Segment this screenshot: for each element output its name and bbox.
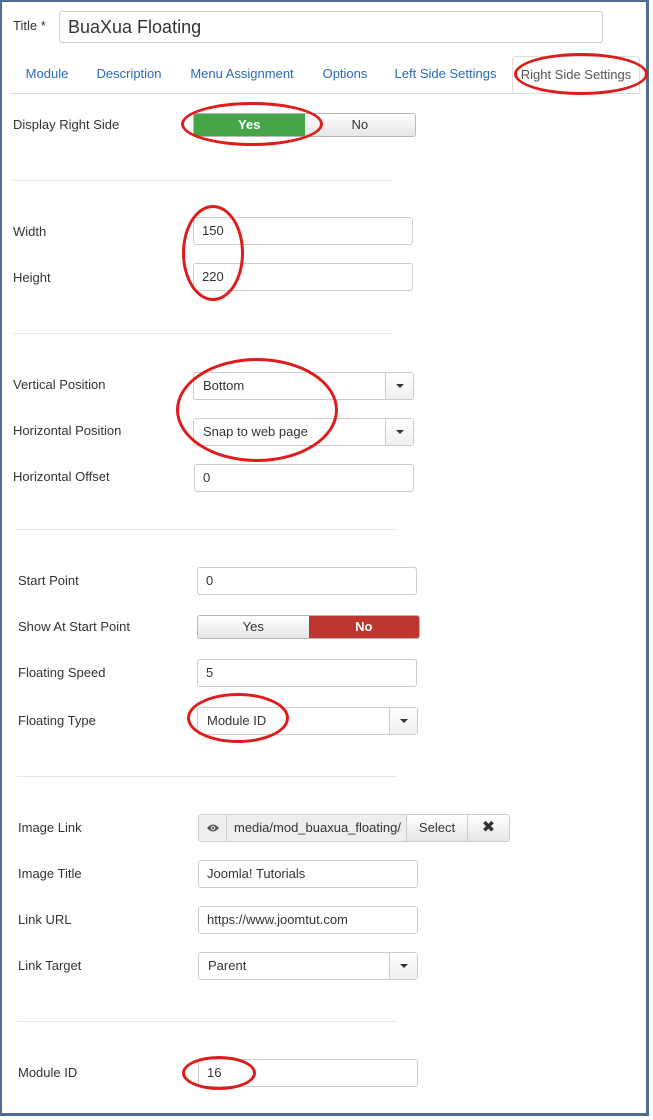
- image-link-media-field: media/mod_buaxua_floating/ Select ✖: [198, 814, 510, 842]
- show-at-start-point-toggle: Yes No: [197, 615, 420, 639]
- divider: [13, 180, 393, 181]
- start-point-input[interactable]: 0: [197, 567, 417, 595]
- image-title-input[interactable]: Joomla! Tutorials: [198, 860, 418, 888]
- link-target-select[interactable]: Parent: [198, 952, 418, 980]
- module-id-label: Module ID: [18, 1065, 78, 1080]
- tab-menu-assignment[interactable]: Menu Assignment: [182, 56, 302, 93]
- display-right-side-yes-button[interactable]: Yes: [194, 114, 305, 136]
- show-at-start-point-no-button[interactable]: No: [308, 616, 419, 638]
- floating-speed-input[interactable]: 5: [197, 659, 417, 687]
- width-input[interactable]: 150: [193, 217, 413, 245]
- module-id-input[interactable]: 16: [198, 1059, 418, 1087]
- image-link-label: Image Link: [18, 820, 82, 835]
- divider: [17, 529, 397, 530]
- show-at-start-point-label: Show At Start Point: [18, 619, 131, 634]
- clear-icon[interactable]: ✖: [468, 815, 509, 841]
- eye-icon[interactable]: [199, 815, 227, 841]
- divider: [13, 333, 393, 334]
- horizontal-position-value: Snap to web page: [203, 424, 308, 439]
- tab-bar: Module Description Menu Assignment Optio…: [10, 56, 642, 94]
- height-label: Height: [13, 270, 51, 285]
- tab-description[interactable]: Description: [90, 56, 168, 93]
- floating-type-select[interactable]: Module ID: [197, 707, 418, 735]
- display-right-side-label: Display Right Side: [13, 117, 120, 132]
- title-input[interactable]: BuaXua Floating: [59, 11, 603, 43]
- vertical-position-select[interactable]: Bottom: [193, 372, 414, 400]
- divider: [17, 776, 397, 777]
- link-url-input[interactable]: https://www.joomtut.com: [198, 906, 418, 934]
- display-right-side-no-button[interactable]: No: [304, 114, 415, 136]
- chevron-down-icon[interactable]: [389, 953, 417, 979]
- title-label: Title *: [13, 18, 46, 33]
- floating-speed-label: Floating Speed: [18, 665, 106, 680]
- width-label: Width: [13, 224, 47, 239]
- image-link-path: media/mod_buaxua_floating/: [227, 815, 407, 841]
- start-point-label: Start Point: [18, 573, 79, 588]
- floating-type-label: Floating Type: [18, 713, 96, 728]
- tab-options[interactable]: Options: [315, 56, 375, 93]
- divider: [17, 1021, 397, 1022]
- image-select-button[interactable]: Select: [407, 815, 468, 841]
- chevron-down-icon[interactable]: [385, 373, 413, 399]
- horizontal-offset-input[interactable]: 0: [194, 464, 414, 492]
- vertical-position-label: Vertical Position: [13, 377, 106, 392]
- horizontal-position-select[interactable]: Snap to web page: [193, 418, 414, 446]
- chevron-down-icon[interactable]: [389, 708, 417, 734]
- show-at-start-point-yes-button[interactable]: Yes: [198, 616, 309, 638]
- link-target-value: Parent: [208, 958, 247, 973]
- tab-left-side-settings[interactable]: Left Side Settings: [388, 56, 503, 93]
- tab-module[interactable]: Module: [16, 56, 78, 93]
- display-right-side-toggle: Yes No: [193, 113, 416, 137]
- floating-type-value: Module ID: [207, 713, 267, 728]
- tab-right-side-settings[interactable]: Right Side Settings: [512, 56, 640, 93]
- horizontal-offset-label: Horizontal Offset: [13, 469, 110, 484]
- image-title-label: Image Title: [18, 866, 82, 881]
- vertical-position-value: Bottom: [203, 378, 245, 393]
- height-input[interactable]: 220: [193, 263, 413, 291]
- link-url-label: Link URL: [18, 912, 72, 927]
- link-target-label: Link Target: [18, 958, 82, 973]
- chevron-down-icon[interactable]: [385, 419, 413, 445]
- window-frame: [0, 0, 649, 1116]
- horizontal-position-label: Horizontal Position: [13, 423, 122, 438]
